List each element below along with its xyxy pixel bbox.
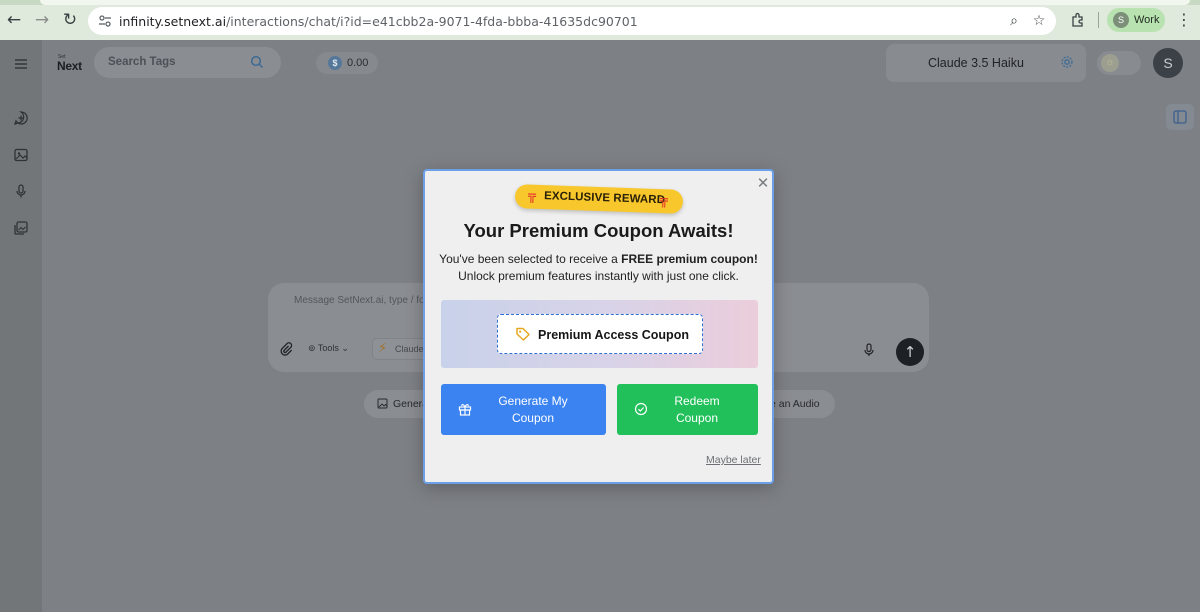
tools-dropdown[interactable]: ⊚ Tools ⌄ xyxy=(308,343,349,354)
maybe-later-link[interactable]: Maybe later xyxy=(706,454,761,466)
desc-bold: FREE premium coupon! xyxy=(621,252,758,266)
search-icon[interactable] xyxy=(250,55,264,69)
gift-icon: ╦ xyxy=(527,188,537,204)
badge-label: EXCLUSIVE REWARD xyxy=(543,190,666,207)
user-avatar[interactable]: S xyxy=(1153,48,1183,78)
desc-text: You've been selected to receive a xyxy=(439,252,622,266)
generate-label-2: Coupon xyxy=(511,411,555,425)
profile-avatar: S xyxy=(1113,12,1129,28)
coupon-card[interactable]: Premium Access Coupon xyxy=(497,314,703,354)
model-selector[interactable]: Claude 3.5 Haiku xyxy=(886,44,1086,82)
back-icon[interactable]: ← xyxy=(4,10,24,30)
redeem-label: Redeem Coupon xyxy=(657,393,737,427)
tab-strip xyxy=(0,0,1200,5)
tag-icon xyxy=(516,327,530,341)
url-text[interactable]: infinity.setnext.ai/interactions/chat/i?… xyxy=(119,14,638,29)
generate-coupon-button[interactable]: Generate My Coupon xyxy=(441,384,606,435)
panel-icon xyxy=(1173,110,1187,124)
sun-icon: ☼ xyxy=(1101,54,1119,72)
browser-menu-icon[interactable]: ⋮ xyxy=(1176,10,1192,30)
toolbar-divider xyxy=(1098,12,1099,28)
search-tags-input[interactable]: Search Tags xyxy=(94,47,281,78)
dollar-icon: $ xyxy=(328,56,342,70)
composer-mic-icon[interactable] xyxy=(862,343,876,357)
coupon-label: Premium Access Coupon xyxy=(538,328,689,342)
desc-text-2: Unlock premium features instantly with j… xyxy=(458,269,739,283)
exclusive-reward-badge: ╦ EXCLUSIVE REWARD ╦ xyxy=(514,184,684,214)
suggestion-label: e an Audio xyxy=(770,398,820,410)
forward-icon[interactable]: → xyxy=(32,10,52,30)
message-placeholder: Message SetNext.ai, type / fo xyxy=(294,295,425,306)
bookmark-star-icon[interactable]: ☆ xyxy=(1031,13,1047,29)
generate-label-1: Generate My xyxy=(498,394,568,408)
zoom-icon[interactable]: ⌕ xyxy=(1006,13,1022,29)
url-domain: infinity.setnext.ai xyxy=(119,14,227,29)
close-icon[interactable]: ✕ xyxy=(756,175,770,191)
sidebar xyxy=(0,40,42,612)
generate-label: Generate My Coupon xyxy=(481,393,585,427)
redeem-label-1: Redeem xyxy=(674,394,720,408)
theme-toggle[interactable]: ☼ xyxy=(1097,51,1141,75)
gallery-icon[interactable] xyxy=(13,220,29,236)
extensions-icon[interactable] xyxy=(1070,12,1086,28)
modal-description: You've been selected to receive a FREE p… xyxy=(425,251,772,285)
active-tab[interactable] xyxy=(40,0,1190,5)
redeem-coupon-button[interactable]: Redeem Coupon xyxy=(617,384,758,435)
modal-title: Your Premium Coupon Awaits! xyxy=(463,220,734,241)
balance-value: 0.00 xyxy=(347,57,369,69)
browser-toolbar: ← → ↻ infinity.setnext.ai/interactions/c… xyxy=(0,0,1200,40)
coupon-banner: Premium Access Coupon xyxy=(441,300,758,368)
setnext-logo[interactable]: Set Next xyxy=(57,54,87,73)
profile-button[interactable]: S Work xyxy=(1107,8,1165,32)
microphone-icon[interactable] xyxy=(13,183,29,199)
check-circle-icon xyxy=(634,402,648,416)
image-icon[interactable] xyxy=(13,147,29,163)
hamburger-menu-icon[interactable] xyxy=(13,56,29,72)
balance-badge: $ 0.00 xyxy=(316,52,378,74)
search-placeholder: Search Tags xyxy=(108,56,176,68)
composer-model-label: Claude xyxy=(395,344,424,354)
redeem-label-2: Coupon xyxy=(675,411,719,425)
reload-icon[interactable]: ↻ xyxy=(60,10,80,30)
model-name: Claude 3.5 Haiku xyxy=(928,56,1024,70)
logo-text: Next xyxy=(57,59,82,73)
gift-box-icon xyxy=(458,404,472,416)
image-small-icon xyxy=(377,398,388,409)
address-bar[interactable]: infinity.setnext.ai/interactions/chat/i?… xyxy=(88,7,1056,35)
coupon-modal: ✕ ╦ EXCLUSIVE REWARD ╦ Your Premium Coup… xyxy=(423,169,774,484)
send-button[interactable]: ↑ xyxy=(896,338,924,366)
new-chat-icon[interactable] xyxy=(13,110,29,126)
site-settings-icon[interactable] xyxy=(98,14,112,28)
profile-label: Work xyxy=(1134,14,1160,26)
gift-icon: ╦ xyxy=(659,193,669,209)
url-path: /interactions/chat/i?id=e41cbb2a-9071-4f… xyxy=(226,14,638,29)
tools-label: Tools xyxy=(317,343,339,353)
paperclip-icon[interactable] xyxy=(279,342,293,356)
toggle-panel-button[interactable] xyxy=(1166,104,1194,130)
lightning-icon: ⚡ xyxy=(378,341,388,356)
gear-icon[interactable] xyxy=(1060,55,1074,69)
